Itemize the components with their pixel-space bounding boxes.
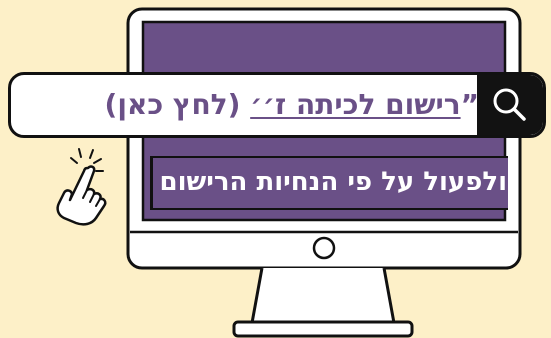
search-text-link[interactable]: רישום לכיתה ז׳׳ <box>250 88 460 121</box>
instruction-text: ולפעול על פי הנחיות הרישום <box>159 167 508 197</box>
search-button[interactable] <box>477 75 543 135</box>
search-icon <box>493 88 526 121</box>
pointing-hand-icon <box>56 148 107 226</box>
registration-link[interactable]: ”רישום לכיתה ז׳׳ (לחץ כאן) <box>89 85 479 125</box>
search-text-suffix: (לחץ כאן) <box>104 88 251 121</box>
illustration-scene: ”רישום לכיתה ז׳׳ (לחץ כאן) ולפעול על פי … <box>0 0 551 338</box>
search-bar[interactable]: ”רישום לכיתה ז׳׳ (לחץ כאן) <box>8 72 546 138</box>
